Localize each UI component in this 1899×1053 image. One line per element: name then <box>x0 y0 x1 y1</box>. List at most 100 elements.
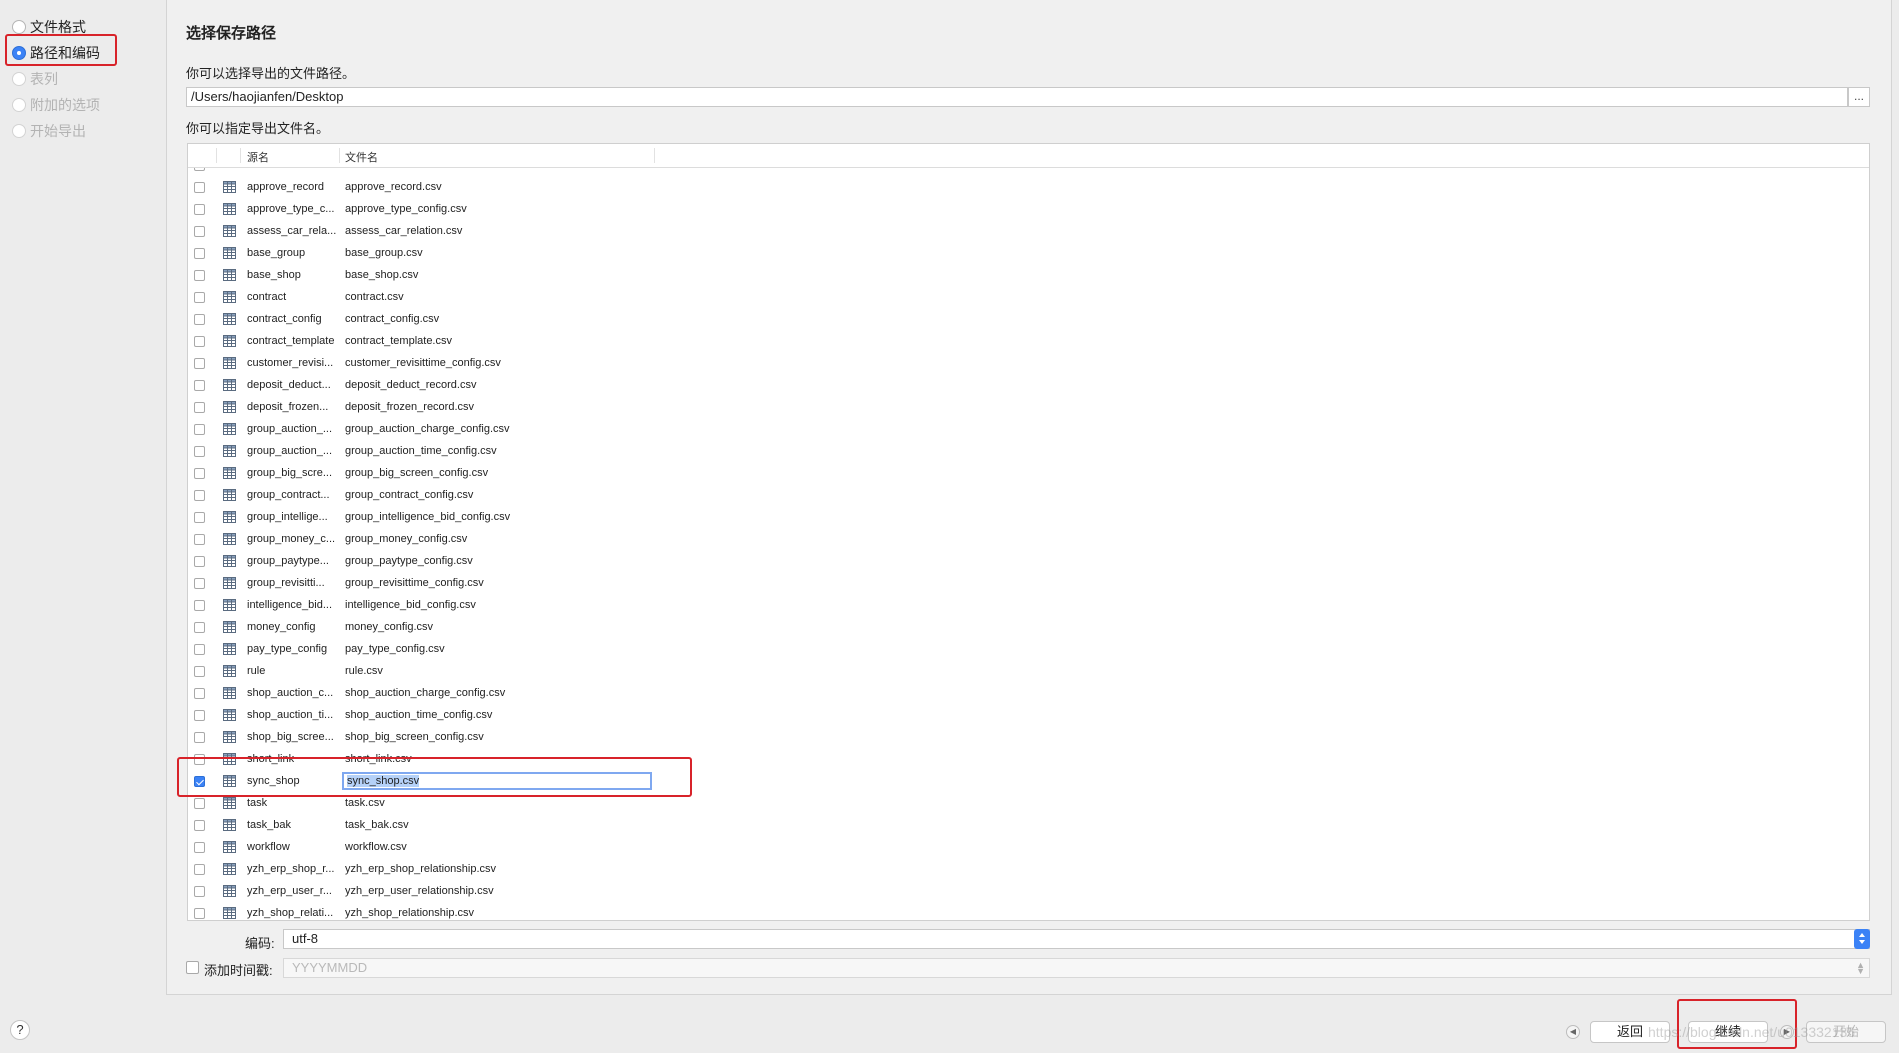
table-row[interactable]: deposit_deduct... deposit_deduct_record.c… <box>188 374 1869 396</box>
table-row[interactable]: shop_auction_c... shop_auction_charge_con… <box>188 682 1869 704</box>
row-file-name[interactable]: group_contract_config.csv <box>345 489 473 501</box>
row-checkbox[interactable] <box>194 622 205 633</box>
table-row[interactable]: workflow workflow.csv <box>188 836 1869 858</box>
table-row[interactable]: contract_template contract_template.csv <box>188 330 1869 352</box>
row-file-name[interactable]: workflow.csv <box>345 841 407 853</box>
row-file-name[interactable]: group_auction_charge_config.csv <box>345 423 510 435</box>
row-file-name[interactable]: approve_type_config.csv <box>345 203 467 215</box>
table-row[interactable]: pay_type_config pay_type_config.csv <box>188 638 1869 660</box>
table-row[interactable]: group_intellige... group_intelligence_bid… <box>188 506 1869 528</box>
step-radio-selected[interactable] <box>12 46 26 60</box>
row-checkbox[interactable] <box>194 644 205 655</box>
row-file-name-input[interactable]: sync_shop.csv <box>342 772 652 790</box>
row-checkbox[interactable] <box>194 270 205 281</box>
row-file-name[interactable]: assess_car_relation.csv <box>345 225 462 237</box>
help-button[interactable]: ? <box>10 1020 30 1040</box>
row-checkbox[interactable] <box>194 226 205 237</box>
table-row[interactable]: group_big_scre... group_big_screen_config… <box>188 462 1869 484</box>
table-row[interactable]: group_money_c... group_money_config.csv <box>188 528 1869 550</box>
save-path-input[interactable]: /Users/haojianfen/Desktop <box>186 87 1848 107</box>
row-checkbox[interactable] <box>194 820 205 831</box>
row-checkbox[interactable] <box>194 512 205 523</box>
row-checkbox[interactable] <box>194 248 205 259</box>
row-checkbox[interactable] <box>194 908 205 919</box>
row-checkbox[interactable] <box>194 490 205 501</box>
table-row[interactable]: group_paytype... group_paytype_config.csv <box>188 550 1869 572</box>
row-checkbox[interactable] <box>194 402 205 413</box>
row-checkbox[interactable] <box>194 446 205 457</box>
row-checkbox[interactable] <box>194 600 205 611</box>
row-checkbox[interactable] <box>194 666 205 677</box>
row-checkbox[interactable] <box>194 732 205 743</box>
row-file-name[interactable]: deposit_frozen_record.csv <box>345 401 474 413</box>
table-row[interactable]: money_config money_config.csv <box>188 616 1869 638</box>
row-file-name[interactable]: group_big_screen_config.csv <box>345 467 488 479</box>
table-row[interactable]: base_shop base_shop.csv <box>188 264 1869 286</box>
row-file-name[interactable]: yzh_erp_shop_relationship.csv <box>345 863 496 875</box>
row-checkbox[interactable] <box>194 710 205 721</box>
table-row[interactable]: rule rule.csv <box>188 660 1869 682</box>
row-file-name[interactable]: money_config.csv <box>345 621 433 633</box>
row-file-name[interactable]: pay_type_config.csv <box>345 643 445 655</box>
row-file-name[interactable]: base_shop.csv <box>345 269 418 281</box>
step-file-format[interactable]: 文件格式 <box>12 16 86 38</box>
row-file-name[interactable]: deposit_deduct_record.csv <box>345 379 476 391</box>
table-row[interactable]: contract_config contract_config.csv <box>188 308 1869 330</box>
row-file-name[interactable]: intelligence_bid_config.csv <box>345 599 476 611</box>
table-row[interactable]: approve_type_c... approve_type_config.csv <box>188 198 1869 220</box>
row-file-name[interactable]: customer_revisittime_config.csv <box>345 357 501 369</box>
row-checkbox[interactable] <box>194 842 205 853</box>
row-file-name[interactable]: contract_config.csv <box>345 313 439 325</box>
row-file-name[interactable]: rule.csv <box>345 665 383 677</box>
row-checkbox[interactable] <box>194 754 205 765</box>
select-arrows-icon[interactable] <box>1854 929 1870 949</box>
row-file-name[interactable]: shop_auction_time_config.csv <box>345 709 492 721</box>
table-row[interactable]: group_revisitti... group_revisittime_conf… <box>188 572 1869 594</box>
column-header-filename[interactable]: 文件名 <box>345 149 378 165</box>
row-file-name[interactable]: group_money_config.csv <box>345 533 467 545</box>
row-file-name[interactable]: shop_big_screen_config.csv <box>345 731 484 743</box>
row-checkbox[interactable] <box>194 556 205 567</box>
row-checkbox[interactable] <box>194 864 205 875</box>
table-row[interactable]: task task.csv <box>188 792 1869 814</box>
row-file-name[interactable]: group_auction_time_config.csv <box>345 445 497 457</box>
table-row[interactable]: group_contract... group_contract_config.c… <box>188 484 1869 506</box>
row-checkbox[interactable] <box>194 204 205 215</box>
column-header-source[interactable]: 源名 <box>247 149 269 165</box>
row-checkbox[interactable] <box>194 292 205 303</box>
row-checkbox[interactable] <box>194 380 205 391</box>
row-file-name[interactable]: shop_auction_charge_config.csv <box>345 687 505 699</box>
table-row[interactable]: shop_auction_ti... shop_auction_time_conf… <box>188 704 1869 726</box>
step-radio[interactable] <box>12 20 26 34</box>
row-file-name[interactable]: short_link.csv <box>345 753 412 765</box>
browse-path-button[interactable]: ... <box>1848 87 1870 107</box>
row-file-name[interactable]: approve_record.csv <box>345 181 442 193</box>
table-row[interactable]: sync_shop sync_shop.csv <box>188 770 1869 792</box>
row-file-name[interactable]: group_revisittime_config.csv <box>345 577 484 589</box>
row-checkbox[interactable] <box>194 358 205 369</box>
row-checkbox[interactable] <box>194 688 205 699</box>
row-file-name[interactable]: yzh_erp_user_relationship.csv <box>345 885 494 897</box>
row-file-name[interactable]: contract_template.csv <box>345 335 452 347</box>
table-row[interactable]: group_auction_... group_auction_time_conf… <box>188 440 1869 462</box>
table-row[interactable]: intelligence_bid... intelligence_bid_conf… <box>188 594 1869 616</box>
row-file-name[interactable]: group_paytype_config.csv <box>345 555 473 567</box>
encoding-select[interactable]: utf-8 <box>283 929 1870 949</box>
table-row[interactable]: yzh_erp_shop_r... yzh_erp_shop_relationsh… <box>188 858 1869 880</box>
table-row[interactable]: deposit_frozen... deposit_frozen_record.c… <box>188 396 1869 418</box>
row-checkbox[interactable] <box>194 776 205 787</box>
timestamp-checkbox[interactable] <box>186 961 199 974</box>
row-checkbox[interactable] <box>194 468 205 479</box>
row-checkbox[interactable] <box>194 798 205 809</box>
table-row[interactable]: approve_record approve_record.csv <box>188 176 1869 198</box>
row-file-name[interactable]: task.csv <box>345 797 385 809</box>
back-arrow-icon[interactable]: ◀ <box>1566 1025 1580 1039</box>
table-row[interactable]: shop_big_scree... shop_big_screen_config.… <box>188 726 1869 748</box>
table-row[interactable]: task_bak task_bak.csv <box>188 814 1869 836</box>
row-checkbox[interactable] <box>194 314 205 325</box>
row-file-name[interactable]: yzh_shop_relationship.csv <box>345 907 474 919</box>
row-checkbox[interactable] <box>194 534 205 545</box>
table-row[interactable]: customer_revisi... customer_revisittime_c… <box>188 352 1869 374</box>
table-row[interactable]: group_auction_... group_auction_charge_co… <box>188 418 1869 440</box>
table-row[interactable]: contract contract.csv <box>188 286 1869 308</box>
